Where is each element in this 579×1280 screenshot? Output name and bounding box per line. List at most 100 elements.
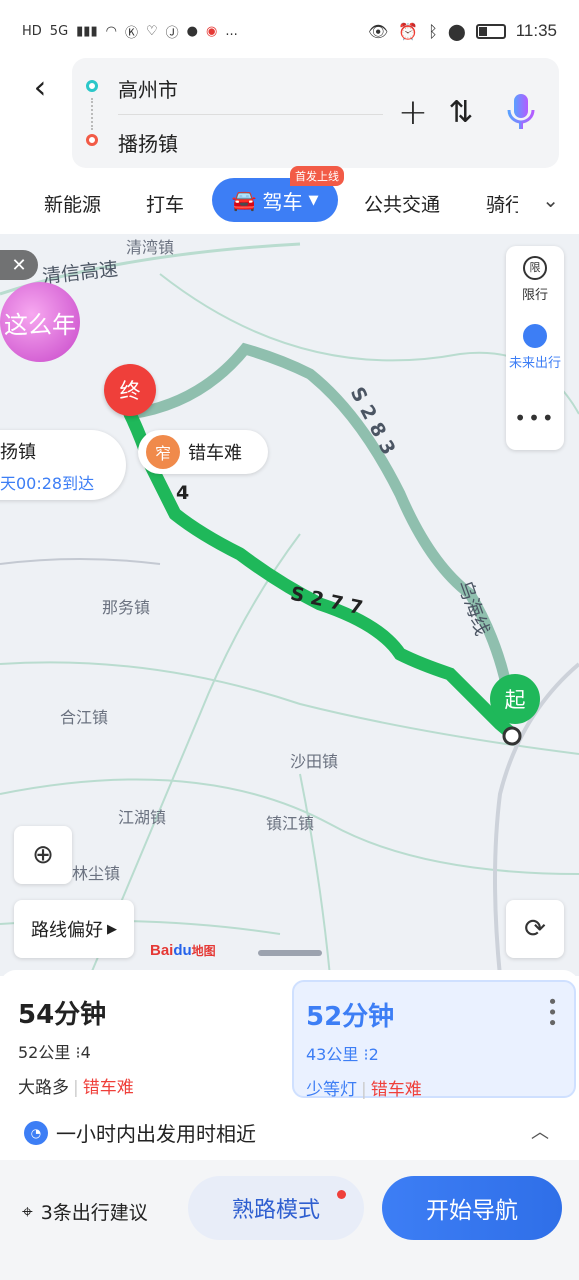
clock-icon: ◔ — [24, 1120, 48, 1145]
start-dot-icon — [86, 80, 98, 92]
route-tags: 大路多 | 错车难 — [18, 1078, 134, 1098]
origin-field[interactable]: 高州市 — [118, 74, 178, 103]
destination-eta-card[interactable]: 扬镇 天00:28到达 — [0, 430, 126, 500]
promo-badge[interactable]: 这么年 — [0, 282, 80, 362]
map-label-nawu: 那务镇 — [102, 598, 151, 617]
route-time: 52分钟 — [306, 1002, 395, 1032]
route-connector — [91, 98, 93, 130]
tab-drive-label: 驾车 — [262, 189, 303, 214]
battery-icon — [475, 23, 506, 39]
map-label-qingwan: 清湾镇 — [126, 238, 175, 257]
close-promo-button[interactable]: ✕ — [0, 250, 38, 280]
alarm-icon: ⏰ — [398, 21, 419, 41]
baidu-map-logo: Baidu地图 — [150, 942, 216, 959]
destination-marker[interactable]: 终 — [104, 364, 156, 416]
network-icon: 5G — [49, 23, 69, 39]
back-button[interactable]: ‹ — [22, 66, 58, 108]
narrow-road-tag[interactable]: 窄 错车难 — [138, 430, 268, 474]
microphone-icon — [507, 94, 535, 129]
arrival-time: 天00:28到达 — [0, 474, 95, 493]
travel-suggestions-button[interactable]: ⌖ 3条出行建议 — [22, 1198, 148, 1225]
status-icons-left: HD 5G ▮▮▮ ◠ Ⓚ ♡ Ⓙ ● ◉ ... — [22, 22, 238, 41]
sheet-drag-handle[interactable] — [258, 950, 322, 956]
status-icons-right: 👁 ⏰ ᛒ ⬤ 11:35 — [368, 21, 557, 41]
card-more-icon[interactable]: ••• — [541, 996, 562, 1028]
map-label-road4: 4 — [176, 482, 190, 504]
chevron-up-icon[interactable]: ︿ — [531, 1118, 549, 1144]
tab-taxi[interactable]: 打车 — [146, 190, 184, 217]
close-icon: ✕ — [11, 254, 27, 276]
map-label-hejiang: 合江镇 — [60, 708, 109, 727]
map-label-zhenjiang: 镇江镇 — [266, 814, 315, 833]
map-label-jianghu: 江湖镇 — [118, 808, 167, 827]
voice-input-button[interactable] — [500, 88, 542, 136]
expand-modes-chevron-icon[interactable]: ⌄ — [542, 188, 559, 212]
add-waypoint-button[interactable]: + — [392, 88, 434, 136]
travel-mode-tabs: 新能源 打车 🚘 驾车 ▼ 首发上线 公共交通 骑行 ⌄ — [0, 166, 579, 232]
bluetooth-icon: ᛒ — [428, 21, 438, 41]
limit-icon: 限 — [523, 256, 547, 280]
dropdown-triangle-icon: ▼ — [308, 192, 319, 208]
start-marker[interactable]: 起 — [490, 674, 540, 724]
route-option-2[interactable]: 52分钟 43公里 ⁝2 少等灯 | 错车难 ••• — [292, 980, 576, 1100]
familiar-route-button[interactable]: 熟路模式 — [188, 1176, 364, 1240]
map-label-shatian: 沙田镇 — [290, 752, 339, 771]
notification-dot — [337, 1190, 346, 1199]
triangle-right-icon: ▶ — [107, 921, 117, 937]
app-notification-icon: Ⓚ — [124, 25, 138, 41]
route-time: 54分钟 — [18, 1000, 107, 1030]
refresh-route-button[interactable]: ⟳ — [506, 900, 564, 958]
swap-icon: ⇅ — [448, 94, 474, 130]
jd-icon: Ⓙ — [165, 25, 179, 41]
departure-tip-text: 一小时内出发用时相近 — [56, 1122, 256, 1146]
timer-icon — [523, 324, 547, 348]
destination-name: 扬镇 — [0, 442, 36, 463]
eye-icon: 👁 — [367, 21, 389, 41]
departure-tip[interactable]: ◔ 一小时内出发用时相近 — [24, 1118, 256, 1147]
travel-suggestions-label: 3条出行建议 — [40, 1202, 148, 1224]
route-sheet: 54分钟 52公里 ⁝4 大路多 | 错车难 52分钟 43公里 ⁝2 少等灯 | 错车… — [0, 970, 579, 1280]
route-meta: 52公里 ⁝4 — [18, 1043, 91, 1062]
more-notifications-icon: ... — [225, 23, 238, 39]
tab-ride[interactable]: 骑行 — [486, 190, 518, 217]
signal-icon: ▮▮▮ — [76, 23, 98, 39]
location-pin-icon: ⌖ — [22, 1200, 33, 1223]
route-meta: 43公里 ⁝2 — [306, 1045, 379, 1064]
plus-icon: + — [397, 91, 429, 133]
narrow-road-icon: 窄 — [146, 435, 180, 469]
weibo-icon: ◉ — [206, 23, 218, 39]
route-tags: 少等灯 | 错车难 — [306, 1080, 422, 1100]
end-dot-icon — [86, 134, 98, 146]
map-side-panel: 限 限行 未来出行 ••• — [506, 246, 564, 450]
footer-actions: ⌖ 3条出行建议 熟路模式 开始导航 — [0, 1160, 579, 1280]
car-icon: 🚘 — [231, 188, 257, 212]
divider — [118, 114, 383, 115]
future-travel-button[interactable]: 未来出行 — [506, 324, 564, 371]
location-icon: ⬤ — [447, 21, 466, 41]
narrow-road-label: 错车难 — [188, 443, 242, 464]
new-feature-badge: 首发上线 — [290, 166, 344, 186]
status-bar: HD 5G ▮▮▮ ◠ Ⓚ ♡ Ⓙ ● ◉ ... 👁 ⏰ ᛒ ⬤ 11:35 — [0, 0, 579, 62]
route-option-1[interactable]: 54分钟 52公里 ⁝4 大路多 | 错车难 — [0, 980, 276, 1098]
destination-field[interactable]: 播扬镇 — [118, 128, 178, 157]
shield-icon: ● — [186, 23, 198, 39]
crosshair-icon: ⊕ — [32, 840, 54, 870]
refresh-icon: ⟳ — [524, 914, 546, 944]
hd-icon: HD — [22, 23, 42, 39]
start-navigation-button[interactable]: 开始导航 — [382, 1176, 562, 1240]
route-preference-button[interactable]: 路线偏好 ▶ — [14, 900, 134, 958]
tab-transit[interactable]: 公共交通 — [364, 190, 440, 217]
map-view[interactable]: 清湾镇 清信高速 S 2 8 3 乌海线 S 2 7 7 4 那务镇 合江镇 沙… — [0, 234, 579, 976]
heart-icon: ♡ — [145, 23, 158, 39]
tab-new-energy[interactable]: 新能源 — [44, 190, 101, 217]
clock: 11:35 — [515, 21, 557, 40]
more-options-button[interactable]: ••• — [506, 406, 564, 430]
familiar-route-label: 熟路模式 — [231, 1198, 320, 1223]
future-travel-label: 未来出行 — [508, 356, 561, 371]
route-input-box: 高州市 播扬镇 + ⇅ — [72, 58, 559, 168]
wifi-icon: ◠ — [105, 23, 117, 39]
map-label-linchen: 林尘镇 — [72, 864, 121, 883]
swap-route-button[interactable]: ⇅ — [440, 88, 482, 136]
locate-me-button[interactable]: ⊕ — [14, 826, 72, 884]
traffic-limit-button[interactable]: 限 限行 — [506, 256, 564, 303]
